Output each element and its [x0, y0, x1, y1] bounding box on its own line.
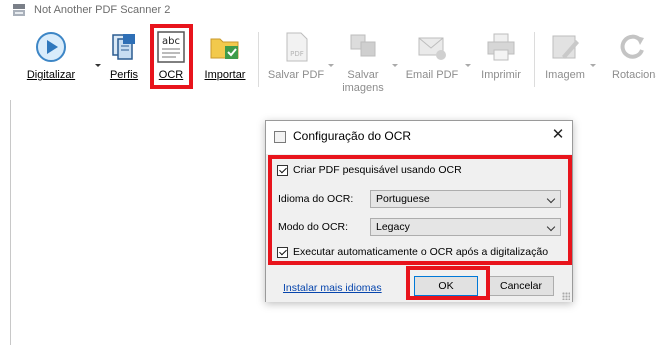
ocr-dialog-icon [274, 131, 286, 143]
chevron-down-icon [546, 194, 556, 204]
ocr-label: OCR [158, 69, 184, 81]
svg-text:abc: abc [162, 36, 180, 47]
image-edit-icon [552, 35, 579, 59]
email-pdf-icon [418, 37, 446, 60]
pdf-file-icon: PDF [286, 32, 308, 62]
image-label: Imagem [545, 69, 585, 81]
document-area-border [10, 100, 11, 345]
print-button[interactable]: Imprimir [475, 26, 527, 96]
email-pdf-button[interactable]: Email PDF [402, 26, 462, 96]
install-languages-link[interactable]: Instalar mais idiomas [283, 282, 382, 294]
ocr-button[interactable]: abc OCR [150, 26, 192, 96]
profiles-label: Perfis [109, 69, 139, 81]
ocr-mode-label: Modo do OCR: [278, 221, 349, 233]
scan-button[interactable]: Digitalizar [20, 26, 82, 96]
ocr-language-label: Idioma do OCR: [278, 193, 354, 205]
scan-play-icon [36, 32, 66, 62]
window-title: Not Another PDF Scanner 2 [34, 4, 171, 16]
ocr-language-select[interactable]: Portuguese [370, 190, 561, 208]
scan-label: Digitalizar [26, 69, 76, 81]
dialog-footer: Instalar mais idiomas OK Cancelar [266, 266, 572, 302]
cancel-button[interactable]: Cancelar [488, 276, 554, 296]
ocr-mode-select[interactable]: Legacy [370, 218, 561, 236]
profiles-icon [112, 34, 135, 60]
toolbar-separator [534, 32, 535, 87]
auto-run-ocr-checkbox[interactable] [277, 247, 288, 258]
ocr-language-value: Portuguese [376, 193, 430, 205]
ocr-mode-value: Legacy [376, 221, 410, 233]
import-label: Importar [204, 69, 246, 81]
printer-icon [487, 33, 515, 61]
save-images-label: Salvar imagens [342, 69, 384, 94]
auto-run-ocr-label[interactable]: Executar automaticamente o OCR após a di… [293, 246, 548, 258]
save-pdf-dropdown-arrow[interactable] [328, 64, 334, 67]
email-pdf-label: Email PDF [405, 69, 459, 81]
import-folder-icon [210, 38, 239, 59]
profiles-button[interactable]: Perfis [104, 26, 144, 96]
chevron-down-icon [546, 222, 556, 232]
title-bar: Not Another PDF Scanner 2 [0, 0, 656, 22]
resize-grip[interactable] [562, 292, 570, 300]
rotate-label: Rotacionar [612, 69, 656, 81]
dialog-title: Configuração do OCR [293, 129, 412, 143]
print-label: Imprimir [481, 69, 521, 81]
email-pdf-dropdown-arrow[interactable] [465, 64, 471, 67]
ocr-settings-dialog: Configuração do OCR ✕ Criar PDF pesquisá… [265, 120, 573, 302]
ocr-abc-icon: abc [157, 31, 185, 63]
svg-text:PDF: PDF [290, 50, 304, 58]
scan-dropdown-arrow[interactable] [95, 64, 101, 67]
ok-button[interactable]: OK [414, 276, 478, 296]
toolbar-separator [258, 32, 259, 87]
save-images-button[interactable]: Salvar imagens [336, 26, 390, 96]
enable-ocr-checkbox[interactable] [277, 165, 288, 176]
scanner-app-icon [13, 4, 25, 16]
rotate-icon [620, 34, 644, 59]
image-dropdown-arrow[interactable] [590, 64, 596, 67]
close-icon[interactable]: ✕ [548, 125, 568, 145]
enable-ocr-label[interactable]: Criar PDF pesquisável usando OCR [293, 164, 462, 176]
toolbar: Digitalizar Perfis abc OCR Importar PDF … [0, 22, 656, 102]
save-images-icon [350, 34, 376, 57]
save-pdf-label: Salvar PDF [267, 69, 325, 81]
dialog-body: Criar PDF pesquisável usando OCR Idioma … [266, 154, 572, 266]
import-button[interactable]: Importar [198, 26, 252, 96]
save-pdf-button[interactable]: PDF Salvar PDF [264, 26, 328, 96]
image-button[interactable]: Imagem [541, 26, 589, 96]
save-images-dropdown-arrow[interactable] [392, 64, 398, 67]
rotate-button[interactable]: Rotacionar [602, 26, 656, 96]
